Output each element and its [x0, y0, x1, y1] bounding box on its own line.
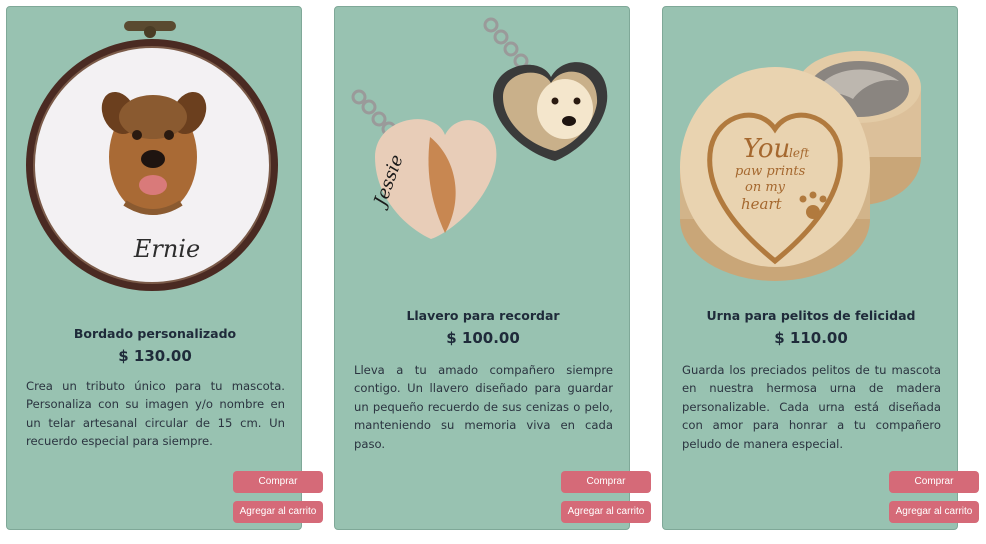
product-title: Urna para pelitos de felicidad	[706, 308, 916, 323]
urn-engraving-on-my: on my	[745, 180, 786, 195]
urn-engraving-left: left	[789, 146, 809, 160]
product-card-bordado: Ernie Bordado personalizado $ 130.00 Cre…	[6, 6, 323, 530]
product-description: Lleva a tu amado compañero siempre conti…	[354, 363, 613, 451]
wooden-urn-image[interactable]: You left paw prints on my heart	[663, 7, 959, 297]
urn-engraving-paw-prints: paw prints	[735, 164, 806, 179]
product-description: Crea un tributo único para tu mascota. P…	[26, 379, 285, 449]
add-to-cart-button[interactable]: Agregar al carrito	[233, 501, 323, 523]
product-price: $ 110.00	[774, 329, 848, 347]
product-card-llavero: Jessie Llavero para recordar $ 100.00 Ll…	[334, 6, 651, 530]
urn-engraving-you: You	[743, 134, 790, 164]
buy-button[interactable]: Comprar	[233, 471, 323, 493]
buy-button[interactable]: Comprar	[889, 471, 979, 493]
product-card-urna: You left paw prints on my heart Urna par…	[662, 6, 979, 530]
product-price: $ 100.00	[446, 329, 520, 347]
urn-engraving-heart: heart	[741, 195, 783, 213]
product-title: Bordado personalizado	[73, 326, 237, 341]
product-price: $ 130.00	[118, 347, 192, 365]
product-title: Llavero para recordar	[406, 308, 560, 323]
add-to-cart-button[interactable]: Agregar al carrito	[561, 501, 651, 523]
buy-button[interactable]: Comprar	[561, 471, 651, 493]
embroidery-hoop-image[interactable]: Ernie	[7, 7, 303, 307]
add-to-cart-button[interactable]: Agregar al carrito	[889, 501, 979, 523]
embroidery-name-text: Ernie	[133, 235, 200, 263]
product-description: Guarda los preciados pelitos de tu masco…	[682, 363, 941, 451]
keychain-image[interactable]: Jessie	[335, 7, 631, 267]
